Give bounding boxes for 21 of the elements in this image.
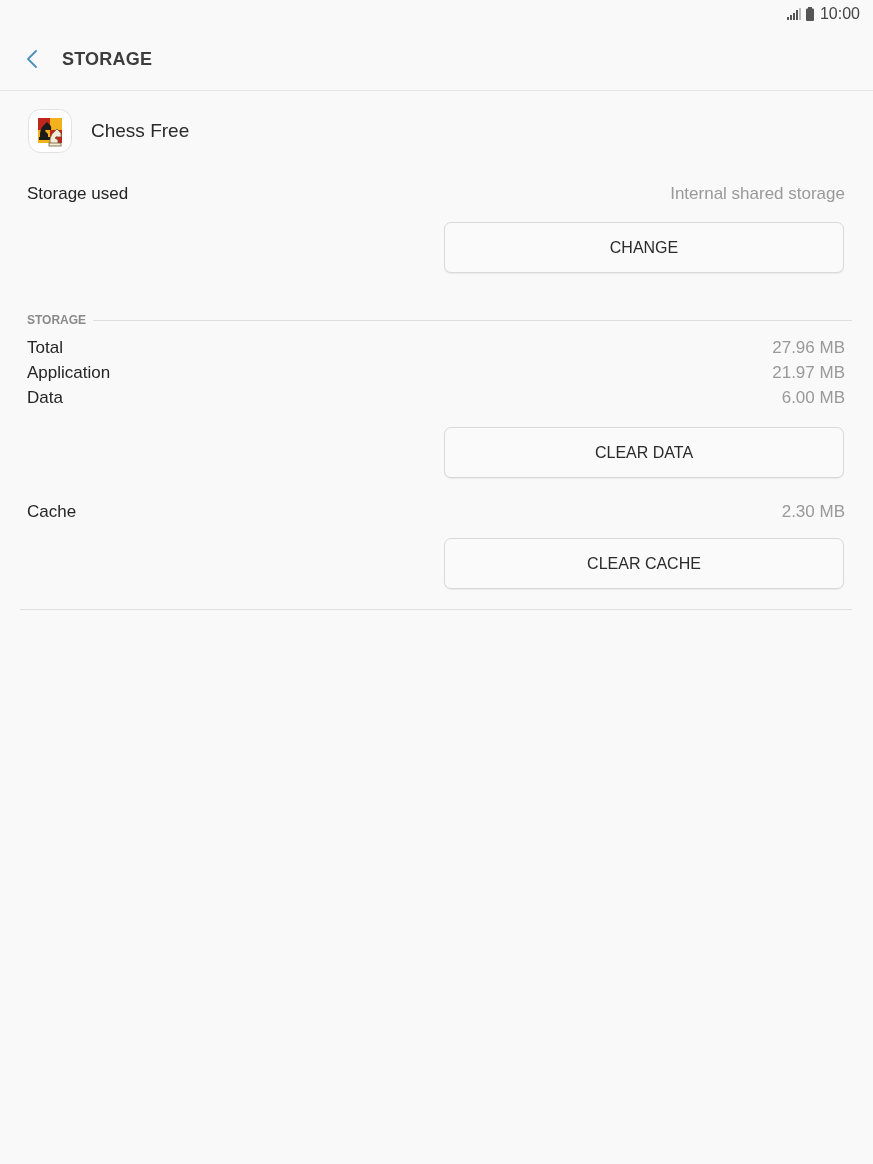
storage-item-value: 6.00 MB bbox=[781, 387, 845, 408]
cache-value: 2.30 MB bbox=[781, 502, 845, 522]
storage-item-value: 21.97 MB bbox=[772, 362, 845, 383]
storage-item-value: 27.96 MB bbox=[772, 337, 845, 358]
chess-app-icon bbox=[28, 109, 72, 153]
page-title: STORAGE bbox=[62, 48, 153, 70]
clear-cache-button[interactable]: CLEAR CACHE bbox=[444, 538, 844, 589]
change-button[interactable]: CHANGE bbox=[444, 222, 844, 273]
storage-item-label: Data bbox=[27, 387, 63, 408]
battery-icon bbox=[805, 7, 814, 21]
clear-data-button[interactable]: CLEAR DATA bbox=[444, 427, 844, 478]
storage-item-label: Total bbox=[27, 337, 63, 358]
signal-icon bbox=[786, 8, 801, 20]
storage-location-value: Internal shared storage bbox=[670, 184, 845, 204]
app-name: Chess Free bbox=[91, 120, 190, 142]
back-chevron-icon bbox=[27, 50, 37, 68]
section-heading: STORAGE bbox=[27, 313, 87, 327]
status-time: 10:00 bbox=[819, 5, 860, 23]
storage-item-label: Application bbox=[27, 362, 111, 383]
storage-used-label: Storage used bbox=[27, 184, 129, 204]
cache-label: Cache bbox=[27, 502, 77, 522]
